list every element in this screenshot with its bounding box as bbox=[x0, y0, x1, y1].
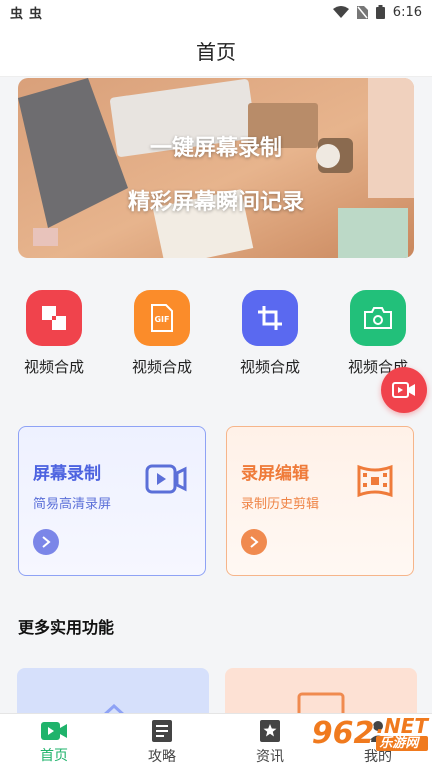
video-camera-icon bbox=[392, 382, 415, 398]
page-title: 首页 bbox=[196, 39, 236, 64]
tab-guides[interactable]: 攻略 bbox=[108, 714, 216, 770]
wifi-icon bbox=[332, 6, 349, 18]
video-play-icon bbox=[145, 464, 187, 494]
clock: 6:16 bbox=[392, 4, 422, 20]
app-notification-icon: 虫 bbox=[29, 6, 43, 22]
promo-banner[interactable]: 一键屏幕录制 精彩屏幕瞬间记录 bbox=[18, 78, 414, 258]
tab-label: 首页 bbox=[40, 747, 68, 764]
card-title: 屏幕录制 bbox=[33, 464, 101, 484]
no-sim-icon bbox=[356, 5, 368, 19]
card-title: 录屏编辑 bbox=[241, 464, 309, 484]
tool-label: 视频合成 bbox=[131, 358, 192, 376]
tab-home[interactable]: 首页 bbox=[0, 714, 108, 770]
page-header: 首页 bbox=[0, 24, 432, 77]
tool-video-merge-4[interactable]: 视频合成 bbox=[333, 290, 423, 377]
crop-icon bbox=[242, 290, 298, 346]
tab-label: 资讯 bbox=[256, 748, 284, 765]
camera-rotate-icon bbox=[350, 290, 406, 346]
chevron-right-icon bbox=[42, 536, 51, 548]
card-go-button[interactable] bbox=[241, 529, 267, 555]
banner-subheadline: 精彩屏幕瞬间记录 bbox=[127, 190, 304, 215]
card-subtitle: 录制历史剪辑 bbox=[241, 497, 320, 512]
tab-label: 攻略 bbox=[148, 748, 176, 765]
tab-news[interactable]: 资讯 bbox=[216, 714, 324, 770]
svg-text:GIF: GIF bbox=[154, 315, 169, 324]
tool-label: 视频合成 bbox=[239, 358, 300, 376]
card-subtitle: 简易高清录屏 bbox=[33, 497, 112, 512]
tool-video-merge-3[interactable]: 视频合成 bbox=[225, 290, 315, 377]
watermark-net: .NET bbox=[376, 714, 428, 738]
crop-merge-icon bbox=[26, 290, 82, 346]
chevron-right-icon bbox=[250, 536, 259, 548]
watermark-brand: 962 bbox=[311, 716, 375, 751]
film-strip-icon bbox=[357, 464, 393, 498]
floating-record-button[interactable] bbox=[381, 367, 427, 413]
status-bar: 虫 虫 6:16 bbox=[0, 0, 432, 24]
site-watermark: 962 .NET 乐游网 bbox=[312, 716, 428, 751]
battery-icon bbox=[375, 5, 385, 19]
home-video-icon bbox=[41, 721, 67, 740]
bookmark-star-icon bbox=[260, 719, 280, 742]
tool-label: 视频合成 bbox=[23, 358, 84, 376]
document-icon bbox=[152, 719, 172, 742]
gif-icon: GIF bbox=[134, 290, 190, 346]
record-edit-card[interactable]: 录屏编辑 录制历史剪辑 bbox=[226, 426, 414, 576]
banner-illustration bbox=[18, 78, 414, 258]
app-notification-icon: 虫 bbox=[10, 6, 24, 22]
screen-record-card[interactable]: 屏幕录制 简易高清录屏 bbox=[18, 426, 206, 576]
tool-video-merge-2[interactable]: GIF 视频合成 bbox=[117, 290, 207, 377]
tool-video-merge-1[interactable]: 视频合成 bbox=[9, 290, 99, 377]
watermark-site: 乐游网 bbox=[376, 736, 428, 751]
section-title: 更多实用功能 bbox=[18, 618, 115, 637]
card-go-button[interactable] bbox=[33, 529, 59, 555]
banner-headline: 一键屏幕录制 bbox=[149, 136, 282, 161]
tool-grid: 视频合成 GIF 视频合成 视频合成 视频合成 bbox=[0, 290, 432, 390]
